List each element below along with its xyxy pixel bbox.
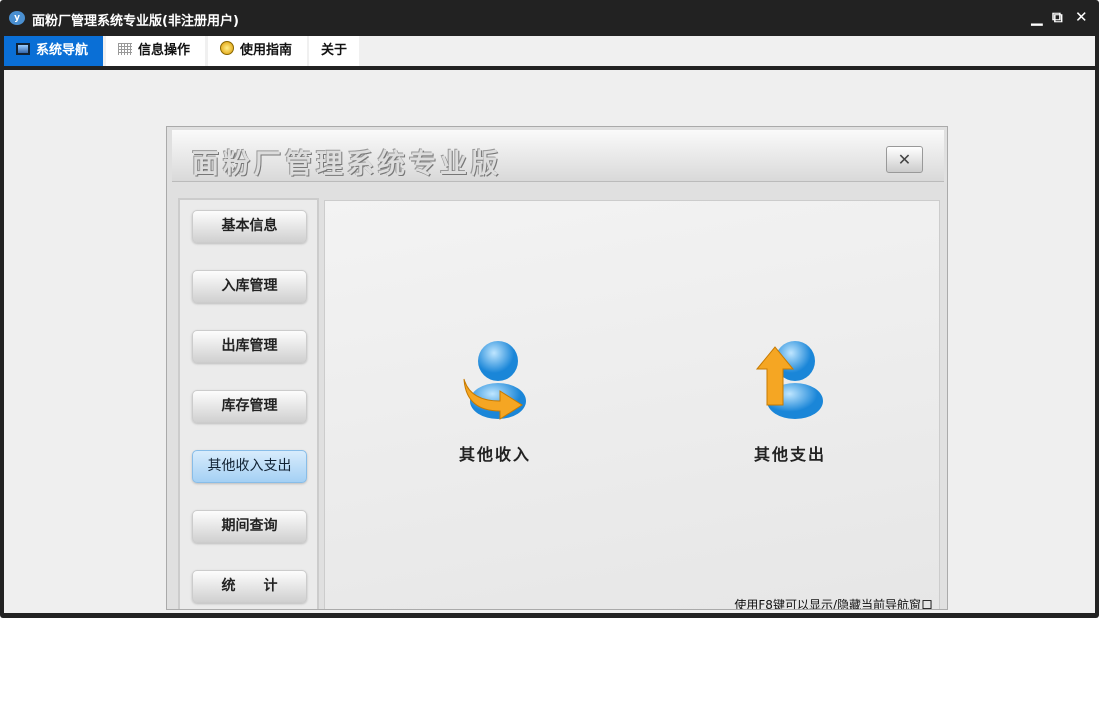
help-icon [220,41,234,55]
panel-close-button[interactable]: ✕ [886,146,923,173]
tab-system-nav[interactable]: 系统导航 [4,36,103,66]
tab-bar: 系统导航 信息操作 使用指南 关于 [4,36,1095,66]
f8-hint: 使用F8键可以显示/隐藏当前导航窗口 [734,598,933,610]
nav-inventory[interactable]: 库存管理 [192,390,307,423]
nav-period-query[interactable]: 期间查询 [192,510,307,543]
other-expense-button[interactable]: 其他支出 [730,339,850,465]
window-title: 面粉厂管理系统专业版(非注册用户) [32,14,239,29]
main-area: 其他收入 其他支出 使用F8键可以显示/隐藏当前导航窗口 [324,200,940,610]
tab-about[interactable]: 关于 [309,36,359,66]
title-bar: y 面粉厂管理系统专业版(非注册用户) ▁ ⧉ ✕ [0,0,1099,36]
tab-label: 使用指南 [240,43,293,58]
minimize-button[interactable]: ▁ [1031,8,1043,26]
nav-inbound[interactable]: 入库管理 [192,270,307,303]
other-income-button[interactable]: 其他收入 [435,339,555,465]
tab-info-ops[interactable]: 信息操作 [106,36,205,66]
tab-label: 系统导航 [36,43,89,58]
navigation-panel: 面粉厂管理系统专业版 ✕ 基本信息 入库管理 出库管理 库存管理 其他收入支出 … [166,126,948,610]
nav-statistics[interactable]: 统 计 [192,570,307,603]
other-expense-label: 其他支出 [753,445,826,464]
sidebar: 基本信息 入库管理 出库管理 库存管理 其他收入支出 期间查询 统 计 [178,198,319,609]
tab-label: 关于 [321,43,348,58]
app-logo-icon: y [9,11,25,25]
monitor-icon [16,43,30,55]
user-income-icon [463,341,526,420]
tab-label: 信息操作 [138,43,191,58]
nav-basic-info[interactable]: 基本信息 [192,210,307,243]
nav-outbound[interactable]: 出库管理 [192,330,307,363]
panel-title: 面粉厂管理系统专业版 [192,149,502,180]
close-button[interactable]: ✕ [1075,8,1088,26]
user-expense-icon [755,341,823,419]
restore-button[interactable]: ⧉ [1052,8,1063,26]
tab-guide[interactable]: 使用指南 [208,36,307,66]
other-income-label: 其他收入 [458,445,531,464]
panel-header: 面粉厂管理系统专业版 ✕ [172,130,944,182]
grid-icon [118,43,132,55]
nav-other-income-expense[interactable]: 其他收入支出 [192,450,307,483]
